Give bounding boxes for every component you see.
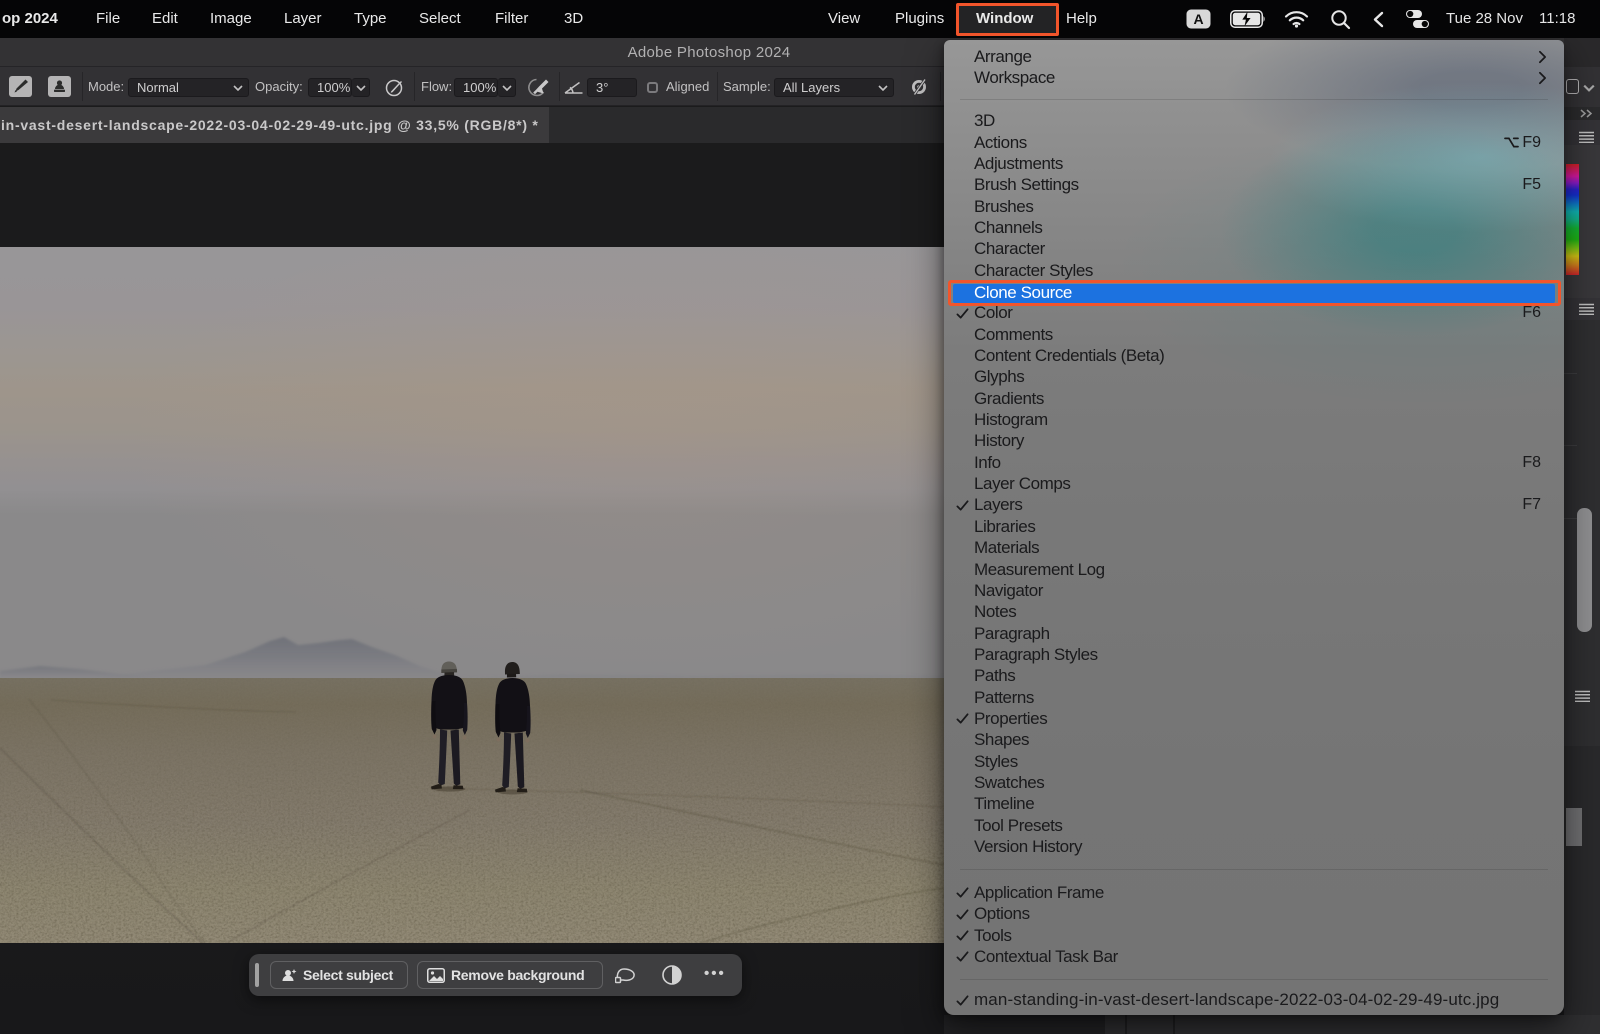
- svg-text:A: A: [1193, 11, 1203, 27]
